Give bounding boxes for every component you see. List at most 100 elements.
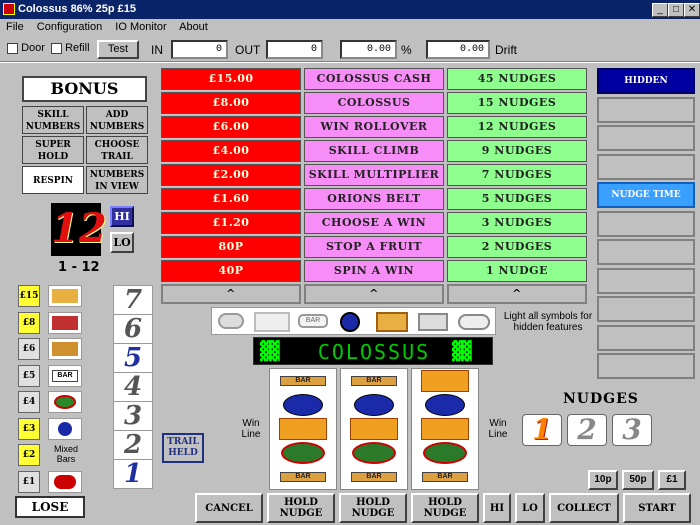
- prize-table-cell: £15.00: [161, 68, 301, 90]
- plum-icon: [48, 417, 82, 440]
- hi-button[interactable]: HI: [483, 493, 511, 523]
- reel-symbol: BAR: [412, 465, 478, 489]
- skill-numbers: SKILL NUMBERS: [22, 106, 84, 134]
- drift-field[interactable]: 0.00: [426, 40, 490, 59]
- cherries-icon: [458, 314, 490, 330]
- cancel-button[interactable]: CANCEL: [195, 493, 263, 523]
- hold-nudge-2-button[interactable]: HOLD NUDGE: [339, 493, 407, 523]
- refill-check-box[interactable]: [51, 42, 62, 54]
- prize-table-cell: 3 NUDGES: [447, 212, 587, 234]
- door-check-box[interactable]: [7, 42, 18, 54]
- prize-table-cell: 40P: [161, 260, 301, 282]
- trail-digit: 3: [113, 401, 153, 431]
- reel-symbol: [341, 441, 407, 465]
- mixed-bars-label: Mixed Bars: [53, 444, 78, 464]
- prize-table-cell: £2.00: [161, 164, 301, 186]
- reel: BAR BAR: [269, 368, 337, 490]
- triple-bar-icon: [48, 311, 82, 334]
- colossus-logo-icon: [254, 312, 290, 332]
- start-button[interactable]: START: [623, 493, 691, 523]
- stake-10p-button[interactable]: 10p: [588, 470, 618, 490]
- gold-bar-icon: [48, 285, 82, 307]
- hidden-features-hint: Light all symbols for hidden features: [503, 311, 593, 333]
- hold-nudge-3-button[interactable]: HOLD NUDGE: [411, 493, 479, 523]
- hidden-feature-indicator: HIDDEN FEATURE: [597, 68, 695, 108]
- number-range: 1 - 12: [58, 260, 100, 275]
- trail-digit: 5: [113, 343, 153, 373]
- reel-symbol: BAR: [341, 465, 407, 489]
- app-icon: [3, 3, 15, 15]
- reel-symbol: [270, 441, 336, 465]
- reel: BAR: [411, 368, 479, 490]
- refill-checkbox[interactable]: Refill: [51, 42, 90, 54]
- prize-table-cell: £1.60: [161, 188, 301, 210]
- in-field[interactable]: 0: [171, 40, 228, 59]
- stake-1-pound-button[interactable]: £1: [658, 470, 686, 490]
- minimize-button[interactable]: _: [652, 3, 668, 17]
- menu-bar: File Configuration IO Monitor About: [0, 19, 700, 35]
- side-feature-slot: [597, 267, 695, 294]
- menu-io-monitor[interactable]: IO Monitor: [115, 21, 166, 33]
- prize-table-cell: WIN ROLLOVER: [304, 116, 444, 138]
- door-checkbox[interactable]: Door: [7, 42, 45, 54]
- prize-table-cell: SKILL MULTIPLIER: [304, 164, 444, 186]
- win-line-right: Win Line: [488, 418, 508, 440]
- menu-configuration[interactable]: Configuration: [37, 21, 102, 33]
- bell-icon: [218, 313, 244, 329]
- side-feature-slot: [597, 239, 695, 265]
- melon-icon: [48, 391, 82, 413]
- reel-symbol: [412, 393, 478, 417]
- maximize-button[interactable]: □: [668, 3, 684, 17]
- out-field[interactable]: 0: [266, 40, 323, 59]
- prize-table-cell: £4.00: [161, 140, 301, 162]
- numbers-in-view: NUMBERS IN VIEW: [86, 166, 148, 194]
- prize-table-cell: 15 NUDGES: [447, 92, 587, 114]
- collect-button[interactable]: COLLECT: [549, 493, 619, 523]
- test-button[interactable]: Test: [97, 40, 139, 59]
- prize-table-arrow: ^: [447, 284, 587, 304]
- prize-table-cell: 1 NUDGE: [447, 260, 587, 282]
- prize-table-cell: 9 NUDGES: [447, 140, 587, 162]
- hold-nudge-1-button[interactable]: HOLD NUDGE: [267, 493, 335, 523]
- side-feature-slot: [597, 210, 695, 237]
- led-display: ▓▓ COLOSSUS ▓▓: [253, 337, 493, 365]
- prize-table-cell: STOP A FRUIT: [304, 236, 444, 258]
- hi-indicator: HI: [110, 206, 134, 227]
- nudge-digit-3: 3: [612, 414, 652, 446]
- reel-symbol: BAR: [270, 369, 336, 393]
- lo-button[interactable]: LO: [515, 493, 545, 523]
- prize-ladder-value: £2: [18, 444, 40, 466]
- reel-symbol: BAR: [270, 465, 336, 489]
- gold-bar-icon: [376, 312, 408, 332]
- window-title: Colossus 86% 25p £15: [18, 3, 137, 15]
- super-hold: SUPER HOLD: [22, 136, 84, 164]
- silver-bar-icon: [418, 313, 448, 331]
- prize-ladder-value: £4: [18, 391, 40, 413]
- in-label: IN: [151, 43, 163, 57]
- prize-table-cell: £6.00: [161, 116, 301, 138]
- prize-table-cell: 45 NUDGES: [447, 68, 587, 90]
- nudge-digit-1: 1: [522, 414, 562, 446]
- reel-symbol: BAR: [341, 369, 407, 393]
- prize-table-cell: £8.00: [161, 92, 301, 114]
- title-bar: Colossus 86% 25p £15: [0, 0, 700, 19]
- reel-symbol: [412, 369, 478, 393]
- refill-label: Refill: [65, 42, 90, 54]
- reel-symbol: [412, 441, 478, 465]
- trail-digit: 7: [113, 285, 153, 315]
- menu-file[interactable]: File: [6, 21, 24, 33]
- prize-table-cell: ORIONS BELT: [304, 188, 444, 210]
- prize-table-cell: 2 NUDGES: [447, 236, 587, 258]
- drift-label: Drift: [495, 43, 517, 57]
- close-button[interactable]: ✕: [684, 3, 700, 17]
- led-text: COLOSSUS: [317, 340, 431, 364]
- percent-field[interactable]: 0.00: [340, 40, 397, 59]
- side-feature-slot: [597, 125, 695, 151]
- reel-symbol: [270, 393, 336, 417]
- menu-about[interactable]: About: [179, 21, 208, 33]
- lo-indicator: LO: [110, 232, 134, 253]
- reel-symbol: [412, 417, 478, 441]
- stake-50p-button[interactable]: 50p: [622, 470, 654, 490]
- out-label: OUT: [235, 43, 261, 57]
- prize-table-cell: SPIN A WIN: [304, 260, 444, 282]
